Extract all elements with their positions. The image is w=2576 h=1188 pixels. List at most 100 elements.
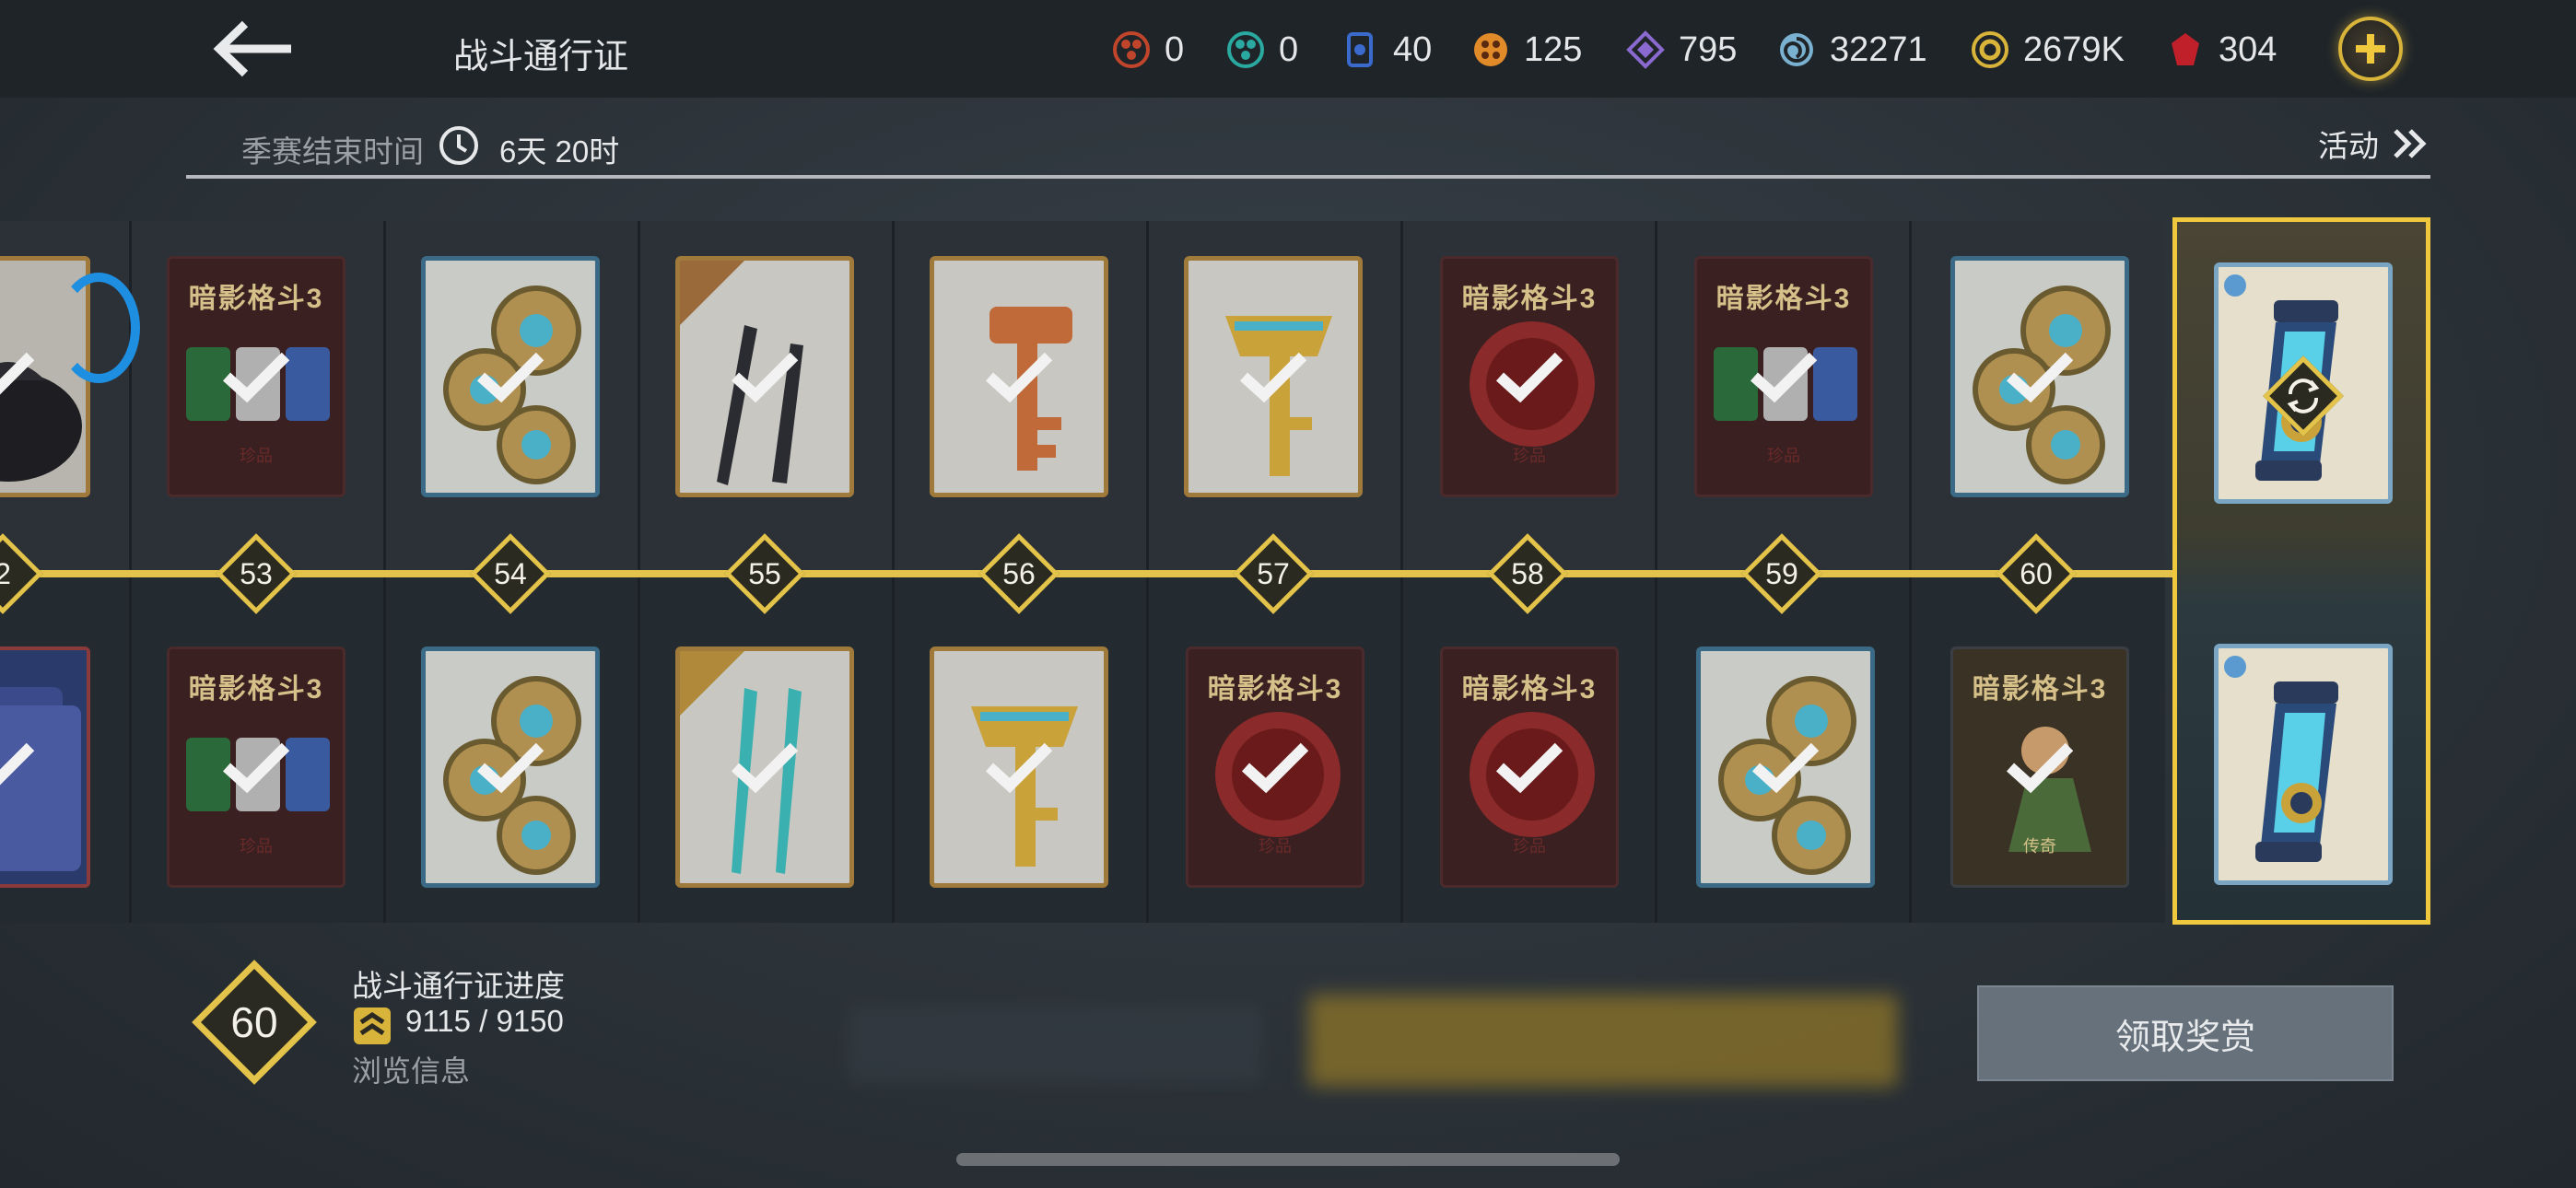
currency-gold-coin: 2679K: [1970, 22, 2125, 77]
reward-card-top-54[interactable]: [421, 256, 600, 497]
level-node: 57: [1232, 532, 1315, 615]
season-divider: [186, 175, 2430, 179]
browse-info-link[interactable]: 浏览信息: [352, 1048, 470, 1090]
currency-value: 125: [1524, 29, 1583, 69]
reward-caption: 传奇: [2023, 837, 2056, 856]
ticket-badge-icon: [57, 273, 140, 383]
claimed-check-icon: [731, 352, 799, 403]
currency-value: 795: [1679, 29, 1738, 69]
rank-chevron-icon: [352, 1006, 392, 1051]
reward-card-top-59[interactable]: 暗影格斗3 珍品: [1694, 256, 1873, 497]
top-bar: 战斗通行证 0 0 40 125 795 32271 2679K 304: [0, 0, 2576, 98]
reward-caption: 珍品: [240, 837, 273, 856]
level-node: 55: [723, 532, 806, 615]
reward-card-bottom-53[interactable]: 暗影格斗3 珍品: [167, 646, 345, 888]
claimed-check-icon: [2006, 352, 2074, 403]
rarity-ribbon: [680, 651, 744, 716]
reward-card-top-55[interactable]: [675, 256, 854, 497]
level-node: 60: [1995, 532, 2078, 615]
game-logo: 暗影格斗3: [1972, 674, 2108, 705]
home-indicator[interactable]: [956, 1153, 1620, 1166]
back-button[interactable]: [210, 18, 299, 79]
season-end-label: 季赛结束时间: [241, 134, 424, 169]
level-node: 59: [1740, 532, 1823, 615]
orange-token-icon: [1470, 29, 1511, 70]
claimed-check-icon: [476, 742, 544, 794]
currency-teal-token: 0: [1225, 22, 1298, 77]
reward-card-bottom-60[interactable]: 暗影格斗3 传奇: [1950, 646, 2129, 888]
season-time-left: 6天 20时: [499, 134, 620, 169]
reward-caption: 珍品: [1513, 447, 1546, 465]
repeat-reward-card-bottom[interactable]: [2214, 644, 2393, 885]
add-currency-button[interactable]: [2338, 17, 2403, 81]
currency-purple-diamond: 795: [1625, 22, 1737, 77]
blurred-purchase-button: [1308, 995, 1898, 1087]
reward-caption: 珍品: [1513, 837, 1546, 856]
progress-title: 战斗通行证进度: [352, 969, 565, 1003]
canister-icon: [2224, 656, 2338, 862]
currency-value: 40: [1393, 29, 1433, 69]
level-node: 58: [1486, 532, 1569, 615]
reward-caption: 珍品: [1767, 447, 1800, 465]
claimed-check-icon: [0, 742, 35, 786]
claimed-check-icon: [985, 352, 1053, 403]
reward-card-top-53[interactable]: 暗影格斗3 珍品: [167, 256, 345, 497]
level-line: [0, 570, 2174, 577]
currency-orange-token: 125: [1470, 22, 1582, 77]
event-label: 活动: [2318, 129, 2379, 163]
blurred-button: [848, 1006, 1262, 1083]
reward-card-top-57[interactable]: [1184, 256, 1363, 497]
reward-card-bottom-54[interactable]: [421, 646, 600, 888]
currency-value: 32271: [1830, 29, 1927, 69]
claimed-check-icon: [1241, 742, 1309, 794]
reward-card-top-60[interactable]: [1950, 256, 2129, 497]
game-logo: 暗影格斗3: [1461, 284, 1598, 314]
page-title: 战斗通行证: [453, 38, 629, 76]
currency-value: 0: [1279, 29, 1299, 69]
claimed-check-icon: [1750, 352, 1818, 403]
currency-value: 0: [1165, 29, 1185, 69]
purple-diamond-icon: [1625, 29, 1666, 70]
game-logo: 暗影格斗3: [1207, 674, 1343, 705]
claimed-check-icon: [222, 352, 290, 403]
game-logo: 暗影格斗3: [1715, 284, 1852, 314]
game-logo: 暗影格斗3: [1461, 674, 1598, 705]
red-token-icon: [1111, 29, 1152, 70]
claimed-check-icon: [985, 742, 1053, 794]
reward-card-bottom-59[interactable]: [1696, 646, 1875, 888]
currency-value: 304: [2219, 29, 2277, 69]
reward-card-bottom-58[interactable]: 暗影格斗3 珍品: [1440, 646, 1619, 888]
reward-card-bottom-52[interactable]: [0, 646, 90, 888]
repeat-reward-column[interactable]: [2172, 217, 2430, 925]
claimed-check-icon: [222, 742, 290, 794]
claimed-check-icon: [0, 352, 35, 395]
game-logo: 暗影格斗3: [188, 674, 324, 705]
game-logo: 暗影格斗3: [188, 284, 324, 314]
reward-card-bottom-55[interactable]: [675, 646, 854, 888]
repeat-node: [2262, 355, 2345, 437]
claimed-check-icon: [1751, 742, 1820, 794]
reward-card-top-56[interactable]: [930, 256, 1108, 497]
event-link[interactable]: 活动: [2318, 118, 2430, 169]
reward-card-bottom-56[interactable]: [930, 646, 1108, 888]
current-level-badge: 60: [190, 958, 319, 1087]
reward-track[interactable]: 暗影格斗3 珍品 暗影格斗3 珍品 暗影格斗3 珍品 2 53 54 55 56…: [0, 221, 2174, 923]
repeat-icon: [2287, 379, 2320, 413]
currency-blue-card: 40: [1340, 22, 1432, 77]
season-row: 季赛结束时间 6天 20时 活动: [186, 111, 2430, 179]
rarity-ribbon: [680, 261, 744, 325]
level-node: 53: [215, 532, 298, 615]
plus-icon: [2356, 34, 2385, 64]
claimed-check-icon: [1239, 352, 1307, 403]
reward-card-top-58[interactable]: 暗影格斗3 珍品: [1440, 256, 1619, 497]
current-level: 60: [230, 998, 278, 1046]
double-chevron-right-icon: [2394, 129, 2427, 158]
reward-card-bottom-57[interactable]: 暗影格斗3 珍品: [1186, 646, 1364, 888]
level-node: 56: [978, 532, 1060, 615]
gold-coin-icon: [1970, 29, 2010, 70]
currency-value: 2679K: [2023, 29, 2125, 69]
claimed-check-icon: [1495, 352, 1563, 403]
claimed-check-icon: [476, 352, 544, 403]
claimed-check-icon: [731, 742, 799, 794]
claim-reward-button[interactable]: 领取奖赏: [1977, 985, 2394, 1081]
